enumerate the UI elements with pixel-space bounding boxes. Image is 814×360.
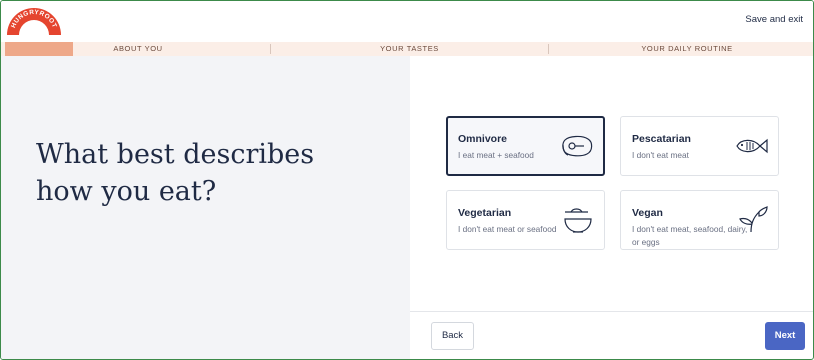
option-subtitle: I don't eat meat or seafood xyxy=(458,224,557,234)
option-title: Omnivore xyxy=(458,133,508,145)
option-subtitle: I don't eat meat, seafood, dairy, or egg… xyxy=(632,224,748,247)
next-button[interactable]: Next xyxy=(765,322,805,350)
bowl-icon xyxy=(564,208,592,233)
option-subtitle: I eat meat + seafood xyxy=(458,150,534,160)
app-window: HUNGRYROOT Save and exit ABOUT YOU YOUR … xyxy=(0,0,814,360)
option-subtitle: I don't eat meat xyxy=(632,150,689,160)
back-button[interactable]: Back xyxy=(431,322,474,350)
step-your-daily-routine: YOUR DAILY ROUTINE xyxy=(641,44,733,53)
question-panel: What best describes how you eat? xyxy=(1,56,410,359)
option-pescatarian[interactable]: Pescatarian I don't eat meat xyxy=(620,116,779,176)
option-title: Pescatarian xyxy=(632,133,691,145)
save-and-exit-link[interactable]: Save and exit xyxy=(745,14,803,25)
option-omnivore[interactable]: Omnivore I eat meat + seafood xyxy=(446,116,605,176)
question-line-2: how you eat? xyxy=(36,176,217,207)
step-your-tastes: YOUR TASTES xyxy=(380,44,439,53)
step-about-you: ABOUT YOU xyxy=(113,44,163,53)
top-header: HUNGRYROOT Save and exit xyxy=(1,1,813,42)
hungryroot-logo[interactable]: HUNGRYROOT xyxy=(5,3,63,35)
option-title: Vegan xyxy=(632,207,663,219)
question-line-1: What best describes xyxy=(36,139,315,170)
option-vegetarian[interactable]: Vegetarian I don't eat meat or seafood xyxy=(446,190,605,250)
question-heading: What best describes how you eat? xyxy=(36,136,366,210)
option-vegan[interactable]: Vegan I don't eat meat, seafood, dairy, … xyxy=(620,190,779,250)
fish-icon xyxy=(736,138,768,154)
footer-divider xyxy=(410,311,813,312)
progress-bar: ABOUT YOU YOUR TASTES YOUR DAILY ROUTINE xyxy=(1,42,813,56)
steak-icon xyxy=(562,135,593,157)
sprout-icon xyxy=(739,206,768,233)
option-title: Vegetarian xyxy=(458,207,512,219)
